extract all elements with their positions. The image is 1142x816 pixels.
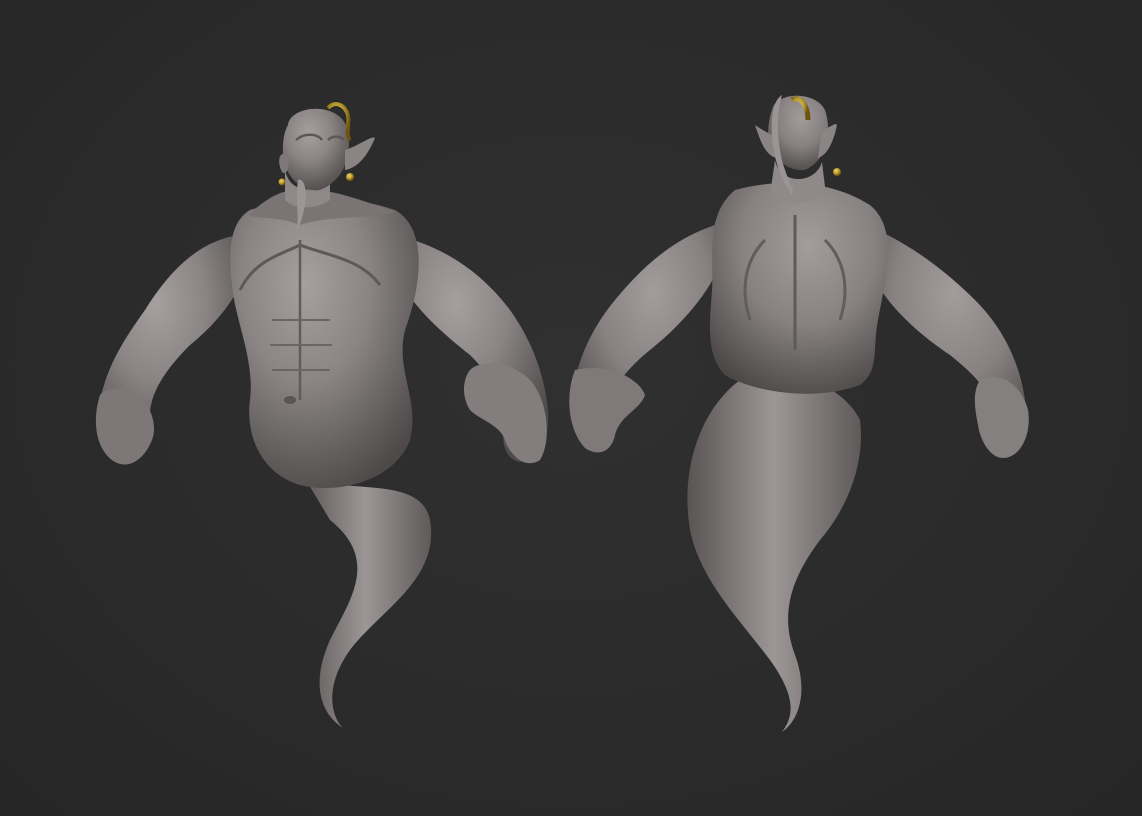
front-earring-left [278,178,286,186]
sculpt-viewport[interactable] [0,0,1142,816]
front-ear-right [345,137,375,170]
back-earring [833,168,841,176]
front-torso [230,198,419,488]
back-tail [687,374,861,732]
front-ear-left [279,153,289,174]
back-left-hand [569,368,645,453]
genie-back-view[interactable] [569,95,1029,732]
front-earring-right [346,173,354,181]
genie-front-view[interactable] [95,102,549,728]
front-head [282,108,350,191]
render-canvas [95,95,1029,732]
front-navel [284,396,296,404]
back-torso [709,182,888,394]
front-tail [300,470,432,728]
